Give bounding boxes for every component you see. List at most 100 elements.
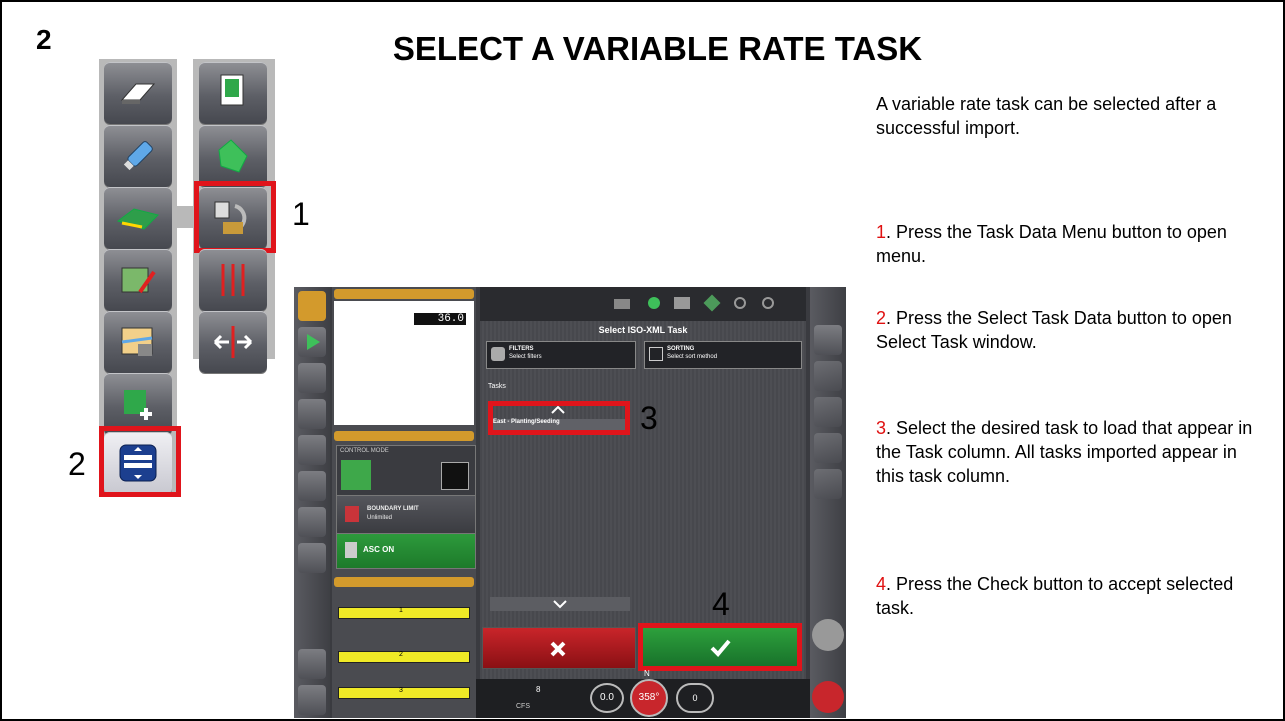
- master-switch-icon[interactable]: [812, 681, 844, 713]
- rate-header: [334, 577, 474, 587]
- rate-bar-3: 3: [338, 687, 470, 699]
- shift-arrows-icon: [213, 326, 253, 358]
- sorting-button[interactable]: SORTING Select sort method: [644, 341, 802, 369]
- widget-header: [334, 289, 474, 299]
- section-control-header: [334, 431, 474, 441]
- task-small-icon[interactable]: [814, 397, 842, 427]
- rate-bar-2: 2: [338, 651, 470, 663]
- speed-gauge: 0.0: [590, 683, 624, 713]
- task-scroll-down[interactable]: [490, 597, 630, 611]
- heading-compass: 358°: [630, 679, 668, 717]
- shift-small-icon[interactable]: [814, 469, 842, 499]
- bottom-status-bar: 8 CFS 0.0 358° N 0: [476, 669, 810, 718]
- map-edit-button[interactable]: [104, 249, 172, 311]
- asc-label: ASC ON: [363, 545, 395, 554]
- boundary-icon-small: [345, 506, 359, 522]
- cancel-button[interactable]: [482, 627, 636, 669]
- step-4: 4. Press the Check button to accept sele…: [876, 574, 1234, 618]
- left-icon-strip: [294, 287, 330, 718]
- callout-2: 2: [68, 446, 86, 482]
- cancel-x-icon: [550, 641, 566, 657]
- tool-icon: [674, 297, 690, 309]
- right-icon-strip: [810, 287, 846, 718]
- film-small-icon[interactable]: [298, 543, 326, 573]
- field-button[interactable]: [104, 187, 172, 249]
- wrench-icon[interactable]: [298, 685, 326, 715]
- callout-1: 1: [292, 196, 310, 232]
- north-indicator: N: [644, 669, 650, 678]
- boundary-limit-button[interactable]: BOUNDARY LIMIT Unlimited: [336, 495, 476, 535]
- play-icon[interactable]: [298, 327, 326, 357]
- tasks-label: Tasks: [488, 383, 506, 390]
- guidance-lines-button[interactable]: [199, 249, 267, 311]
- prescription-map-button[interactable]: [104, 311, 172, 373]
- filters-value: Select filters: [509, 354, 542, 360]
- sorting-label: SORTING: [667, 346, 695, 352]
- boundary-limit-label: BOUNDARY LIMIT: [367, 506, 419, 512]
- highlight-3: [488, 401, 630, 435]
- callout-4: 4: [712, 586, 730, 622]
- control-mode-value[interactable]: [441, 462, 469, 490]
- speed-widget: 36.0: [334, 301, 474, 425]
- usb-icon: [123, 141, 153, 171]
- rate-gauge: 0: [676, 683, 714, 713]
- sort-icon: [649, 347, 663, 361]
- rate-bar-1: 1: [338, 607, 470, 619]
- filter-icon: [491, 347, 505, 361]
- toolbar-connector: [177, 206, 195, 228]
- highlight-1: [194, 181, 276, 253]
- highlight-4: [638, 623, 802, 671]
- asc-button[interactable]: ASC ON: [336, 533, 476, 569]
- instructions-heading: A variable rate task can be selected aft…: [876, 94, 1217, 138]
- lines-small-icon[interactable]: [814, 433, 842, 463]
- task-document-button[interactable]: [199, 62, 267, 124]
- cfs-label: CFS: [516, 703, 530, 710]
- trash-small-icon[interactable]: [298, 649, 326, 679]
- guidance-icon: [703, 294, 721, 312]
- usb-small-icon[interactable]: [298, 363, 326, 393]
- step-2: 2. Press the Select Task Data button to …: [876, 308, 1232, 352]
- asc-icon: [345, 542, 357, 558]
- keypad-icon: [614, 299, 630, 309]
- highlight-2: [99, 426, 181, 497]
- shift-button[interactable]: [199, 311, 267, 373]
- filters-label: FILTERS: [509, 346, 534, 352]
- filters-button[interactable]: FILTERS Select filters: [486, 341, 636, 369]
- guidance-lines-icon: [221, 264, 245, 296]
- callout-3: 3: [640, 400, 658, 436]
- top-status-strip: [480, 287, 806, 321]
- eraser-icon: [120, 83, 156, 104]
- usb-button[interactable]: [104, 125, 172, 187]
- field-icon: [116, 208, 159, 230]
- select-task-dialog: Select ISO-XML Task FILTERS Select filte…: [480, 321, 806, 699]
- sections-small-icon[interactable]: [298, 471, 326, 501]
- home-icon[interactable]: [298, 291, 326, 321]
- speed-readout: 36.0: [414, 313, 466, 325]
- zoom-in-icon[interactable]: [734, 297, 746, 309]
- satellite-count: 8: [536, 685, 541, 694]
- add-field-icon: [124, 390, 152, 420]
- boundary-small-icon[interactable]: [814, 361, 842, 391]
- control-mode-panel: CONTROL MODE: [336, 445, 476, 499]
- document-icon: [220, 74, 244, 106]
- step-3: 3. Select the desired task to load that …: [876, 418, 1253, 486]
- step-1: 1. Press the Task Data Menu button to op…: [876, 222, 1227, 266]
- implement-small-icon[interactable]: [298, 507, 326, 537]
- control-mode-label: CONTROL MODE: [340, 448, 389, 454]
- boundary-button[interactable]: [199, 125, 267, 187]
- widget-column: 36.0 CONTROL MODE BOUNDARY LIMIT Unlimit…: [332, 287, 476, 718]
- boundary-limit-value: Unlimited: [367, 515, 393, 521]
- control-mode-icon[interactable]: [341, 460, 371, 490]
- boundary-icon: [218, 139, 248, 173]
- console-display: 36.0 CONTROL MODE BOUNDARY LIMIT Unlimit…: [294, 287, 846, 718]
- doc-small-icon[interactable]: [814, 325, 842, 355]
- scroll-home-icon[interactable]: [812, 619, 844, 651]
- sorting-value: Select sort method: [667, 354, 718, 360]
- device-small-icon[interactable]: [298, 435, 326, 465]
- zoom-out-icon[interactable]: [762, 297, 774, 309]
- list-small-icon[interactable]: [298, 399, 326, 429]
- dialog-title: Select ISO-XML Task: [598, 325, 688, 335]
- prescription-map-icon: [121, 327, 153, 356]
- eraser-button[interactable]: [104, 62, 172, 124]
- map-edit-icon: [121, 267, 156, 294]
